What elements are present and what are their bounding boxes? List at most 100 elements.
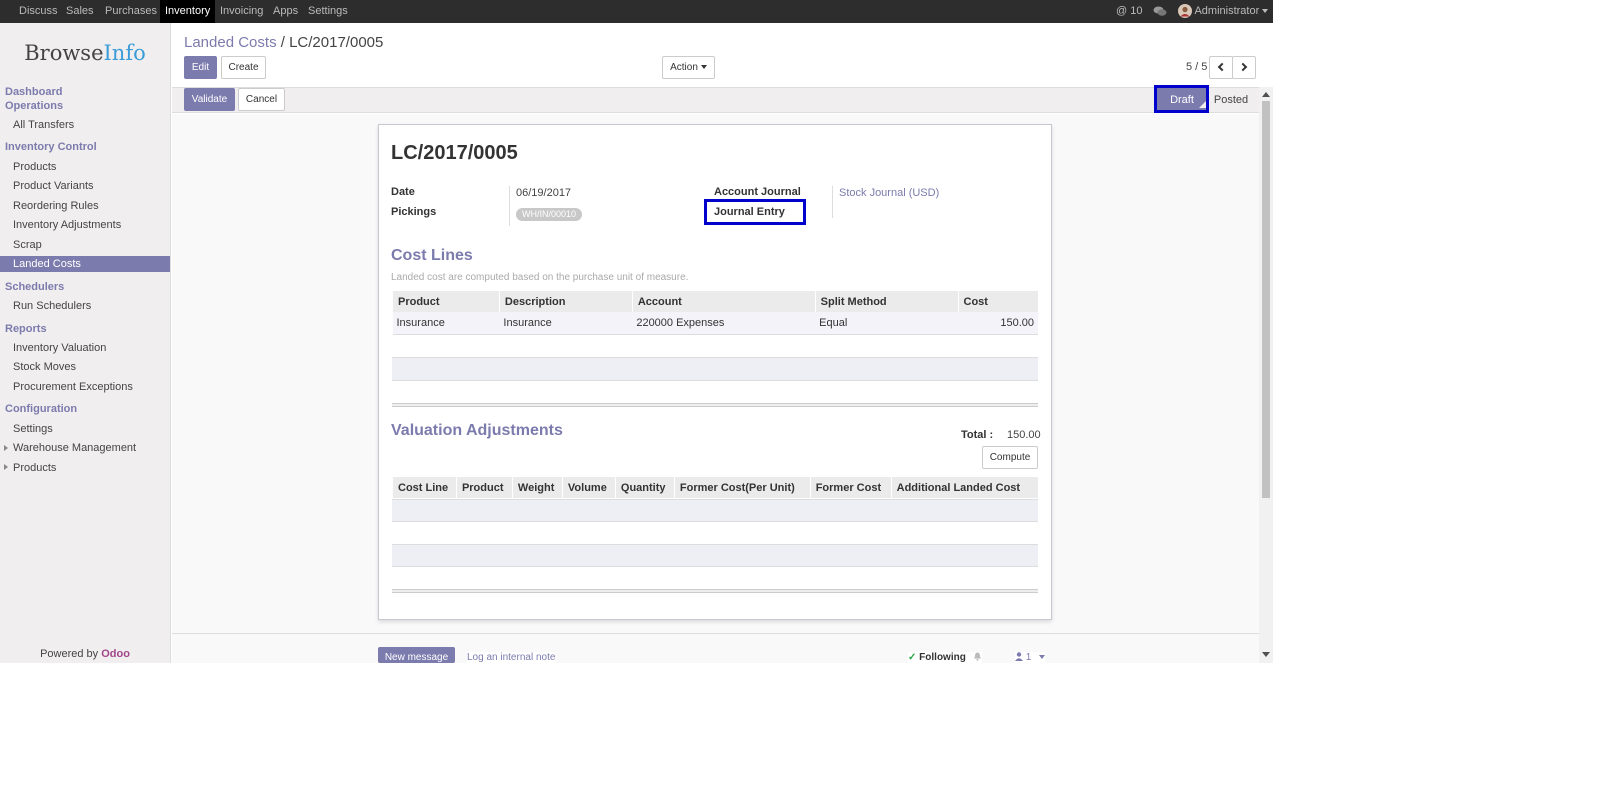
new-message-label: New message (384, 652, 449, 663)
column-header[interactable]: Former Cost(Per Unit) (673, 477, 811, 498)
sidebar-item-run-schedulers[interactable]: Run Schedulers (13, 299, 91, 313)
stage-posted[interactable]: Posted (1208, 88, 1254, 112)
sidebar-head-configuration[interactable]: Configuration (5, 402, 77, 416)
chat-button[interactable] (1153, 0, 1167, 23)
column-header[interactable]: Additional Landed Cost (890, 477, 1038, 498)
sidebar-head-dashboard[interactable]: Dashboard (5, 85, 62, 99)
cost-lines-note: Landed cost are computed based on the pu… (391, 272, 689, 283)
sidebar-head-operations[interactable]: Operations (5, 99, 63, 113)
sidebar-item-all-transfers[interactable]: All Transfers (13, 118, 74, 132)
table-row-empty (392, 357, 1038, 381)
following-label: Following (919, 652, 966, 663)
compute-button[interactable]: Compute (982, 446, 1038, 469)
breadcrumb-separator: / (280, 34, 285, 51)
menu-settings[interactable]: Settings (303, 0, 353, 23)
pager-next-button[interactable] (1232, 56, 1256, 79)
column-header[interactable]: Quantity (614, 477, 675, 498)
column-header[interactable]: Account (631, 291, 816, 312)
vertical-scrollbar[interactable] (1259, 87, 1273, 663)
total-value: 150.00 (1007, 429, 1041, 441)
followers-button[interactable]: 1 (1015, 652, 1046, 663)
powered-by: Powered by Odoo (0, 648, 170, 660)
cell-cost[interactable]: 150.00 (958, 312, 1038, 335)
user-menu[interactable]: Administrator (1178, 0, 1269, 23)
table-row[interactable]: Insurance Insurance 220000 Expenses Equa… (392, 312, 1038, 335)
column-header[interactable]: Cost (957, 291, 1038, 312)
notification-count: 10 (1130, 5, 1143, 17)
column-header[interactable]: Cost Line (392, 477, 457, 498)
table-header-row: Product Description Account Split Method… (392, 291, 1038, 312)
sidebar-item-product-variants[interactable]: Product Variants (13, 179, 94, 193)
company-logo[interactable]: BrowseInfo (0, 41, 170, 65)
sidebar-item-stock-moves[interactable]: Stock Moves (13, 360, 76, 374)
sidebar-item-scrap[interactable]: Scrap (13, 238, 42, 252)
column-header[interactable]: Description (498, 291, 633, 312)
pager-previous-button[interactable] (1209, 56, 1233, 79)
followers-count: 1 (1025, 652, 1032, 663)
sidebar-head-schedulers[interactable]: Schedulers (5, 280, 64, 294)
breadcrumb-landed-costs[interactable]: Landed Costs (184, 34, 277, 51)
column-header[interactable]: Former Cost (809, 477, 892, 498)
account-journal-link[interactable]: Stock Journal (USD) (839, 187, 939, 199)
cell-split-method[interactable]: Equal (815, 312, 959, 335)
sidebar-item-warehouse-management[interactable]: Warehouse Management (13, 441, 136, 455)
menu-sales[interactable]: Sales (61, 0, 99, 23)
logo-text-browse: Browse (24, 41, 104, 65)
scroll-up-arrow-icon[interactable] (1262, 92, 1270, 97)
sidebar-item-landed-costs[interactable]: Landed Costs (0, 256, 170, 272)
column-header[interactable]: Product (455, 477, 513, 498)
menu-purchases[interactable]: Purchases (100, 0, 162, 23)
validate-button[interactable]: Validate (184, 88, 235, 111)
action-label: Action (670, 62, 698, 73)
menu-invoicing[interactable]: Invoicing (215, 0, 268, 23)
caret-down-icon (1039, 655, 1046, 660)
powered-by-text: Powered by (40, 648, 99, 660)
column-header[interactable]: Split Method (814, 291, 959, 312)
expand-triangle-icon[interactable] (4, 445, 8, 451)
notifications-button[interactable]: @ 10 (1116, 0, 1142, 23)
record-title: LC/2017/0005 (391, 142, 518, 164)
cell-product[interactable]: Insurance (392, 312, 500, 335)
scrollbar-thumb[interactable] (1262, 101, 1270, 498)
bell-icon[interactable] (973, 652, 982, 661)
sidebar-item-products[interactable]: Products (13, 160, 56, 174)
sidebar-head-inventory-control[interactable]: Inventory Control (5, 140, 97, 154)
sidebar-item-inventory-adjustments[interactable]: Inventory Adjustments (13, 218, 121, 232)
chevron-left-icon (1217, 62, 1227, 72)
sidebar-item-config-products[interactable]: Products (13, 461, 56, 475)
column-header[interactable]: Product (392, 291, 500, 312)
at-icon: @ (1116, 5, 1128, 17)
sidebar-item-procurement-exceptions[interactable]: Procurement Exceptions (13, 380, 133, 394)
avatar (1178, 4, 1192, 19)
cancel-button[interactable]: Cancel (238, 88, 285, 111)
action-dropdown[interactable]: Action (662, 56, 715, 79)
menu-apps[interactable]: Apps (268, 0, 303, 23)
following-button[interactable]: ✓ Following (908, 652, 982, 663)
log-note-link[interactable]: Log an internal note (467, 652, 556, 663)
menu-inventory[interactable]: Inventory (160, 0, 216, 23)
sidebar-item-inventory-valuation[interactable]: Inventory Valuation (13, 341, 106, 355)
sidebar-item-settings[interactable]: Settings (13, 422, 53, 436)
date-label: Date (391, 186, 415, 198)
sidebar-item-reordering-rules[interactable]: Reordering Rules (13, 199, 99, 213)
new-message-button[interactable]: New message (378, 647, 455, 663)
cell-account[interactable]: 220000 Expenses (632, 312, 816, 335)
breadcrumb: Landed Costs / LC/2017/0005 (184, 34, 383, 51)
cell-description[interactable]: Insurance (499, 312, 633, 335)
field-divider (832, 186, 833, 218)
column-header[interactable]: Weight (511, 477, 563, 498)
valuation-adjustments-table: Cost Line Product Weight Volume Quantity… (392, 477, 1038, 498)
edit-button[interactable]: Edit (184, 56, 217, 79)
scroll-down-arrow-icon[interactable] (1262, 652, 1270, 657)
date-field[interactable]: 06/19/2017 (516, 187, 571, 199)
picking-tag[interactable]: WH/IN/00010 (516, 208, 583, 221)
valuation-adjustments-title: Valuation Adjustments (391, 422, 563, 439)
menu-discuss[interactable]: Discuss (14, 0, 63, 23)
expand-triangle-icon[interactable] (4, 464, 8, 470)
table-header-row: Cost Line Product Weight Volume Quantity… (392, 477, 1038, 498)
sidebar-head-reports[interactable]: Reports (5, 322, 47, 336)
pager-value[interactable]: 5 / 5 (1186, 61, 1207, 73)
create-button[interactable]: Create (221, 56, 266, 79)
odoo-link[interactable]: Odoo (101, 648, 130, 660)
column-header[interactable]: Volume (561, 477, 616, 498)
